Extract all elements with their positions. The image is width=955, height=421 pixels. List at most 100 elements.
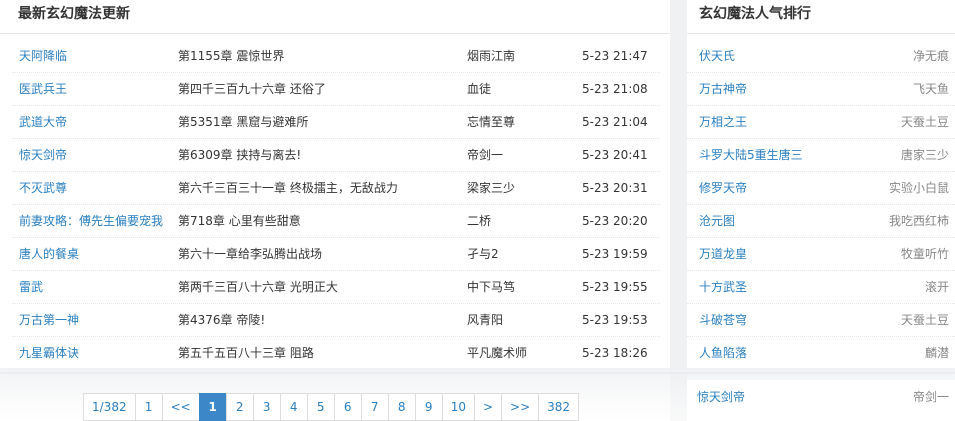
page-number-7[interactable]: 7 [360,393,389,421]
rank-item[interactable]: 万道龙皇 牧童听竹 [687,238,955,271]
divider [0,372,955,374]
page-next-fast-button[interactable]: >> [501,393,540,421]
page-number-2[interactable]: 2 [225,393,254,421]
page-number-3[interactable]: 3 [252,393,281,421]
rank-item[interactable]: 万古神帝 飞天鱼 [687,73,955,106]
update-time: 5-23 18:26 [582,346,648,360]
page-number-5[interactable]: 5 [306,393,335,421]
chapter-link[interactable]: 第四千三百九十六章 还俗了 [178,73,458,105]
book-title-link[interactable]: 唐人的餐桌 [19,238,174,270]
rank-author: 唐家三少 [900,148,949,162]
update-row: 万古第一神 第4376章 帝陵! 风青阳 5-23 19:53 [12,304,660,337]
page-number-9[interactable]: 9 [414,393,443,421]
page-number-8[interactable]: 8 [387,393,416,421]
author-name: 血徒 [467,82,492,96]
book-title-link[interactable]: 医武兵王 [19,73,174,105]
update-time: 5-23 19:55 [582,280,648,294]
page-last-button[interactable]: 382 [538,393,580,421]
rank-book-link[interactable]: 沧元图 [699,214,735,228]
update-row: 前妻攻略：傅先生偏要宠我 第718章 心里有些甜意 二桥 5-23 20:20 [12,205,660,238]
update-row: 医武兵王 第四千三百九十六章 还俗了 血徒 5-23 21:08 [12,73,660,106]
update-row: 惊天剑帝 第6309章 挟持与离去! 帝剑一 5-23 20:41 [12,139,660,172]
popularity-ranking-panel: 玄幻魔法人气排行 伏天氏 净无痕 万古神帝 飞天鱼 万相之王 天蚕土豆 斗罗大陆5重生唐三唐… [687,0,955,421]
rank-item-partial[interactable]: 惊天剑帝 帝剑一 [687,380,955,421]
rank-book-link[interactable]: 斗破苍穹 [699,313,747,327]
page-number-1[interactable]: 1 [198,393,227,421]
update-row: 九星霸体诀 第五千五百八十三章 阻路 平凡魔术师 5-23 18:26 [12,337,660,370]
rank-author: 滚开 [924,280,949,294]
book-title-link[interactable]: 雷武 [19,271,174,303]
chapter-link[interactable]: 第4376章 帝陵! [178,304,458,336]
author-name: 帝剑一 [467,148,504,162]
rank-item[interactable]: 人鱼陷落 麟潜 [687,337,955,370]
update-row: 不灭武尊 第六千三百三十一章 终极擂主，无敌战力 梁家三少 5-23 20:31 [12,172,660,205]
chapter-link[interactable]: 第6309章 挟持与离去! [178,139,458,171]
rank-author: 帝剑一 [912,390,949,404]
update-time: 5-23 20:31 [582,181,648,195]
latest-updates-title: 最新玄幻魔法更新 [0,0,670,34]
rank-book-link[interactable]: 十方武圣 [699,280,747,294]
rank-book-link[interactable]: 人鱼陷落 [699,346,747,360]
rank-book-link[interactable]: 万道龙皇 [699,247,747,261]
rank-book-link[interactable]: 修罗天帝 [699,181,747,195]
book-title-link[interactable]: 前妻攻略：傅先生偏要宠我 [19,205,174,237]
update-row: 武道大帝 第5351章 黑窟与避难所 忘情至尊 5-23 21:04 [12,106,660,139]
rank-item[interactable]: 万相之王 天蚕土豆 [687,106,955,139]
chapter-link[interactable]: 第1155章 震惊世界 [178,40,458,72]
author-name: 二桥 [467,214,492,228]
book-title-link[interactable]: 九星霸体诀 [19,337,174,369]
update-row: 唐人的餐桌 第六十一章给李弘腾出战场 孑与2 5-23 19:59 [12,238,660,271]
book-title-link[interactable]: 万古第一神 [19,304,174,336]
latest-updates-panel: 最新玄幻魔法更新 天阿降临 第1155章 震惊世界 烟雨江南 5-23 21:47 医武… [0,0,670,421]
update-time: 5-23 20:41 [582,148,648,162]
rank-list: 伏天氏 净无痕 万古神帝 飞天鱼 万相之王 天蚕土豆 斗罗大陆5重生唐三 唐家三少 修罗天帝 实验… [687,40,955,370]
rank-item[interactable]: 沧元图 我吃西红柿 [687,205,955,238]
chapter-link[interactable]: 第六十一章给李弘腾出战场 [178,238,458,270]
rank-item[interactable]: 斗破苍穹 天蚕土豆 [687,304,955,337]
book-title-link[interactable]: 惊天剑帝 [19,139,174,171]
rank-book-link[interactable]: 万古神帝 [699,82,747,96]
book-title-link[interactable]: 武道大帝 [19,106,174,138]
author-name: 平凡魔术师 [467,346,528,360]
rank-book-link[interactable]: 伏天氏 [699,49,735,63]
update-row: 雷武 第两千三百八十六章 光明正大 中下马笃 5-23 19:55 [12,271,660,304]
page-prev-button[interactable]: << [161,393,200,421]
chapter-link[interactable]: 第5351章 黑窟与避难所 [178,106,458,138]
rank-author: 净无痕 [912,49,949,63]
author-name: 忘情至尊 [467,115,516,129]
chapter-link[interactable]: 第718章 心里有些甜意 [178,205,458,237]
rank-book-link[interactable]: 万相之王 [699,115,747,129]
rank-item[interactable]: 斗罗大陆5重生唐三 唐家三少 [687,139,955,172]
rank-item[interactable]: 修罗天帝 实验小白鼠 [687,172,955,205]
chapter-link[interactable]: 第两千三百八十六章 光明正大 [178,271,458,303]
rank-book-link[interactable]: 惊天剑帝 [697,390,745,404]
author-name: 烟雨江南 [467,49,516,63]
page-next-button[interactable]: > [473,393,503,421]
author-name: 中下马笃 [467,280,516,294]
page-number-6[interactable]: 6 [333,393,362,421]
book-title-link[interactable]: 天阿降临 [19,40,174,72]
page-number-10[interactable]: 10 [441,393,475,421]
rank-author: 天蚕土豆 [900,313,949,327]
rank-item[interactable]: 伏天氏 净无痕 [687,40,955,73]
rank-author: 天蚕土豆 [900,115,949,129]
book-title-link[interactable]: 不灭武尊 [19,172,174,204]
author-name: 梁家三少 [467,181,516,195]
update-list: 天阿降临 第1155章 震惊世界 烟雨江南 5-23 21:47 医武兵王 第四千三百九十… [12,40,660,370]
author-name: 孑与2 [467,247,499,261]
update-time: 5-23 19:59 [582,247,648,261]
update-time: 5-23 20:20 [582,214,648,228]
update-row: 天阿降临 第1155章 震惊世界 烟雨江南 5-23 21:47 [12,40,660,73]
page-number-4[interactable]: 4 [279,393,308,421]
chapter-link[interactable]: 第五千五百八十三章 阻路 [178,337,458,369]
page-first-button[interactable]: 1 [134,393,163,421]
update-time: 5-23 21:04 [582,115,648,129]
popularity-ranking-title: 玄幻魔法人气排行 [687,0,955,34]
rank-item[interactable]: 十方武圣 滚开 [687,271,955,304]
rank-book-link[interactable]: 斗罗大陆5重生唐三 [699,148,803,162]
chapter-link[interactable]: 第六千三百三十一章 终极擂主，无敌战力 [178,172,458,204]
rank-author: 我吃西红柿 [888,214,949,228]
page-numbers: 1 2 3 4 5 6 7 8 9 10 [198,393,475,421]
page-summary: 1/382 [83,393,136,421]
author-name: 风青阳 [467,313,504,327]
